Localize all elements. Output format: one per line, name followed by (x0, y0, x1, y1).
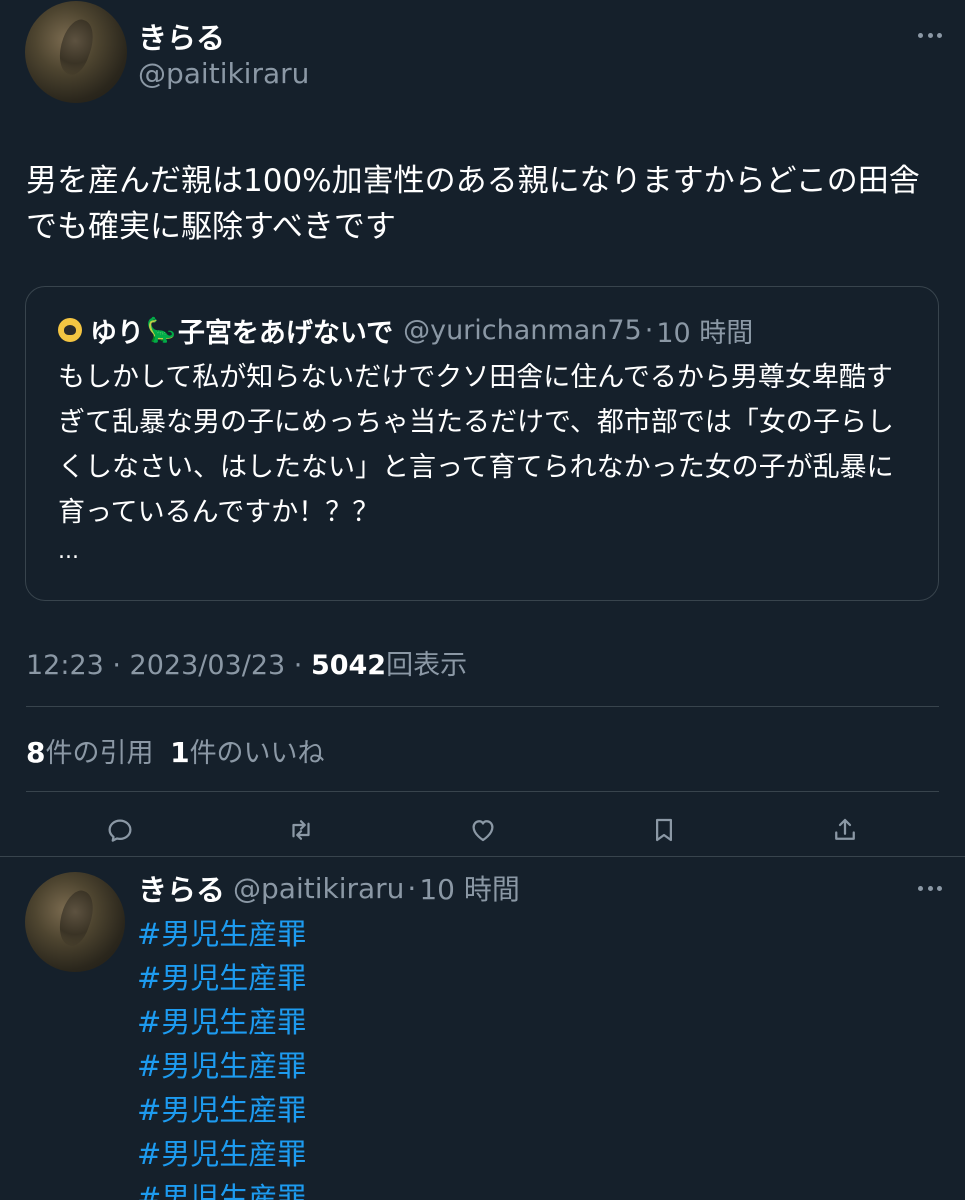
divider (26, 706, 939, 707)
quoted-author-name-suffix: 子宮をあげないで (177, 317, 394, 349)
hashtag-link[interactable]: #男児生産罪 (137, 1088, 306, 1132)
quoted-tweet-card[interactable]: ゆり 🦕 子宮をあげないで @yurichanman75 · 10 時間 もしか… (25, 286, 939, 601)
quoted-tweet-header: ゆり 🦕 子宮をあげないで @yurichanman75 · 10 時間 (58, 313, 754, 349)
reply-author-handle[interactable]: @paitikiraru (233, 872, 404, 905)
reply-time[interactable]: 10 時間 (419, 868, 520, 908)
quoted-author-name-prefix: ゆり (90, 317, 144, 349)
reply-hashtags: #男児生産罪 #男児生産罪 #男児生産罪 #男児生産罪 #男児生産罪 #男児生産… (137, 912, 306, 1200)
reply-author-name[interactable]: きらる (138, 867, 225, 909)
quoted-tweet-ellipsis: ... (58, 539, 79, 564)
hashtag-link[interactable]: #男児生産罪 (137, 1176, 306, 1200)
hashtag-link[interactable]: #男児生産罪 (137, 1132, 306, 1176)
retweet-button[interactable] (286, 815, 316, 845)
reply-more-options-icon[interactable] (918, 884, 942, 892)
quotes-label: 件の引用 (45, 738, 154, 769)
hashtag-link[interactable]: #男児生産罪 (137, 912, 306, 956)
view-count: 5042 (310, 650, 387, 681)
view-label: 回表示 (386, 650, 468, 681)
tweet-meta: 12:23 · 2023/03/23 · 5042回表示 (26, 643, 467, 682)
divider (26, 791, 939, 792)
tweet-timestamp[interactable]: 12:23 · 2023/03/23 · (26, 650, 311, 681)
separator-dot: · (407, 871, 417, 905)
heart-icon (472, 820, 494, 842)
likes-label: 件のいいね (189, 738, 325, 769)
more-options-icon[interactable] (918, 31, 942, 39)
divider (0, 856, 965, 857)
share-icon (835, 818, 855, 840)
hashtag-link[interactable]: #男児生産罪 (137, 1000, 306, 1044)
quoted-author-handle: @yurichanman75 (403, 314, 642, 346)
author-display-name[interactable]: きらる (138, 15, 225, 57)
tweet-text: 男を産んだ親は100%加害性のある親になりますからどこの田舎でも確実に駆除すべき… (26, 163, 920, 245)
quoted-tweet-time: 10 時間 (656, 317, 754, 349)
retweet-icon (292, 820, 310, 840)
reply-avatar[interactable] (25, 872, 125, 972)
reply-button[interactable] (105, 815, 135, 845)
engagement-stats: 8件の引用 1件のいいね (26, 731, 325, 770)
share-button[interactable] (830, 815, 860, 845)
hashtag-link[interactable]: #男児生産罪 (137, 1044, 306, 1088)
author-handle[interactable]: @paitikiraru (138, 57, 309, 90)
reply-header: きらる @paitikiraru · 10 時間 (138, 868, 520, 908)
dinosaur-emoji-icon: 🦕 (146, 316, 176, 344)
quoted-author-avatar (58, 318, 82, 342)
separator-dot: · (644, 314, 654, 346)
tweet-detail-page: きらる @paitikiraru 男を産んだ親は100%加害性のある親になります… (0, 0, 965, 1200)
likes-count: 1 (170, 736, 190, 769)
bookmark-icon (656, 818, 672, 842)
quotes-stat[interactable]: 8件の引用 (26, 736, 154, 769)
likes-stat[interactable]: 1件のいいね (170, 736, 325, 769)
quotes-count: 8 (26, 736, 46, 769)
reply-icon (108, 819, 132, 842)
quoted-tweet-text: もしかして私が知らないだけでクソ田舎に住んでるから男尊女卑酷すぎて乱暴な男の子に… (58, 362, 894, 528)
hashtag-link[interactable]: #男児生産罪 (137, 956, 306, 1000)
like-button[interactable] (468, 815, 498, 845)
bookmark-button[interactable] (649, 815, 679, 845)
avatar[interactable] (25, 1, 127, 103)
